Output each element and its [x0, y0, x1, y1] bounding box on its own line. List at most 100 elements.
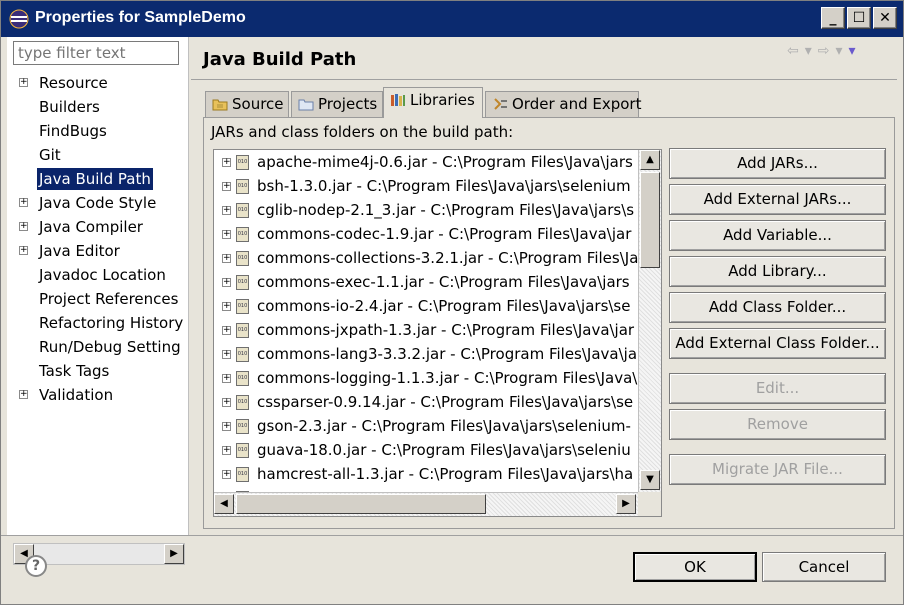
sidebar-item-java-editor[interactable]: + Java Editor: [7, 240, 189, 262]
add-library-button[interactable]: Add Library...: [669, 256, 886, 287]
jar-entry-label: commons-exec-1.1.jar - C:\Program Files\…: [257, 273, 630, 291]
list-horizontal-scrollbar[interactable]: ◀ ▶: [214, 492, 638, 516]
jar-entry-label: commons-collections-3.2.1.jar - C:\Progr…: [257, 249, 639, 267]
jar-entry-label: bsh-1.3.0.jar - C:\Program Files\Java\ja…: [257, 177, 631, 195]
list-item[interactable]: +010 commons-codec-1.9.jar - C:\Program F…: [214, 222, 639, 246]
view-menu-icon[interactable]: ▾: [849, 43, 856, 59]
sidebar-item-run-debug-setting[interactable]: Run/Debug Setting: [7, 336, 189, 358]
list-item[interactable]: +010 apache-mime4j-0.6.jar - C:\Program F…: [214, 150, 639, 174]
add-external-jars-button[interactable]: Add External JARs...: [669, 184, 886, 215]
sidebar-item-task-tags[interactable]: Task Tags: [7, 360, 189, 382]
forward-menu-icon[interactable]: ▾: [836, 43, 843, 59]
sidebar-item-git[interactable]: Git: [7, 144, 189, 166]
cancel-button[interactable]: Cancel: [762, 552, 886, 582]
sidebar-item-java-code-style[interactable]: + Java Code Style: [7, 192, 189, 214]
expand-icon[interactable]: +: [222, 158, 231, 167]
expand-icon[interactable]: +: [19, 78, 28, 87]
expand-icon[interactable]: +: [222, 398, 231, 407]
expand-icon[interactable]: +: [19, 246, 28, 255]
sidebar-item-label: Refactoring History: [39, 314, 184, 332]
jar-entry-label: commons-io-2.4.jar - C:\Program Files\Ja…: [257, 297, 631, 315]
minimize-button[interactable]: _: [821, 7, 845, 29]
jar-icon: 010: [236, 299, 249, 314]
scroll-up-icon[interactable]: ▲: [640, 150, 660, 170]
sidebar-item-project-references[interactable]: Project References: [7, 288, 189, 310]
list-item[interactable]: +010 cglib-nodep-2.1_3.jar - C:\Program F…: [214, 198, 639, 222]
list-item[interactable]: +010 commons-io-2.4.jar - C:\Program File…: [214, 294, 639, 318]
sidebar-item-label: Git: [39, 146, 61, 164]
expand-icon[interactable]: +: [222, 230, 231, 239]
list-item[interactable]: +010 commons-logging-1.1.3.jar - C:\Progr…: [214, 366, 639, 390]
back-arrow-icon[interactable]: ⇦: [787, 43, 799, 59]
list-item[interactable]: +010 guava-18.0.jar - C:\Program Files\Ja…: [214, 438, 639, 462]
list-item[interactable]: +010 bsh-1.3.0.jar - C:\Program Files\Jav…: [214, 174, 639, 198]
sidebar-item-builders[interactable]: Builders: [7, 96, 189, 118]
add-variable-button[interactable]: Add Variable...: [669, 220, 886, 251]
projects-icon: [298, 99, 314, 111]
edit-button: Edit...: [669, 373, 886, 404]
scroll-right-icon[interactable]: ▶: [616, 494, 636, 514]
expand-icon[interactable]: +: [19, 222, 28, 231]
expand-icon[interactable]: +: [222, 422, 231, 431]
expand-icon[interactable]: +: [222, 182, 231, 191]
list-item[interactable]: +010 commons-exec-1.1.jar - C:\Program Fi…: [214, 270, 639, 294]
tab-libraries[interactable]: Libraries: [383, 87, 483, 118]
scroll-down-icon[interactable]: ▼: [640, 470, 660, 490]
sidebar-item-refactoring-history[interactable]: Refactoring History: [7, 312, 189, 334]
vertical-scroll-thumb[interactable]: [640, 172, 660, 268]
jar-icon: 010: [236, 467, 249, 482]
sidebar-item-label: Task Tags: [39, 362, 110, 380]
sidebar-item-findbugs[interactable]: FindBugs: [7, 120, 189, 142]
jar-entry-label: hamcrest-all-1.3.jar - C:\Program Files\…: [257, 465, 634, 483]
build-path-list[interactable]: +010 apache-mime4j-0.6.jar - C:\Program F…: [213, 149, 662, 517]
sidebar-item-label: Resource: [39, 74, 108, 92]
horizontal-scroll-thumb[interactable]: [236, 494, 486, 514]
tab-order-and-export[interactable]: Order and Export: [485, 91, 642, 117]
sidebar-item-label: Project References: [39, 290, 179, 308]
help-icon[interactable]: ?: [25, 555, 47, 577]
list-item[interactable]: +010 commons-lang3-3.3.2.jar - C:\Program…: [214, 342, 639, 366]
jar-entry-label: commons-jxpath-1.3.jar - C:\Program File…: [257, 321, 635, 339]
expand-icon[interactable]: +: [222, 326, 231, 335]
expand-icon[interactable]: +: [19, 390, 28, 399]
add-external-class-folder-button[interactable]: Add External Class Folder...: [669, 328, 886, 359]
filter-input[interactable]: [13, 41, 179, 65]
jar-icon: 010: [236, 227, 249, 242]
sidebar-item-validation[interactable]: + Validation: [7, 384, 189, 406]
list-item[interactable]: +010 cssparser-0.9.14.jar - C:\Program Fi…: [214, 390, 639, 414]
expand-icon[interactable]: +: [19, 198, 28, 207]
sidebar-item-javadoc-location[interactable]: Javadoc Location: [7, 264, 189, 286]
sidebar-item-java-build-path[interactable]: Java Build Path: [7, 168, 189, 190]
expand-icon[interactable]: +: [222, 302, 231, 311]
expand-icon[interactable]: +: [222, 278, 231, 287]
back-menu-icon[interactable]: ▾: [805, 43, 812, 59]
jar-entry-label: commons-codec-1.9.jar - C:\Program Files…: [257, 225, 632, 243]
list-item[interactable]: +010 gson-2.3.jar - C:\Program Files\Java…: [214, 414, 639, 438]
list-item[interactable]: +010 commons-jxpath-1.3.jar - C:\Program …: [214, 318, 639, 342]
sidebar-item-resource[interactable]: + Resource: [7, 72, 189, 94]
add-jars-button[interactable]: Add JARs...: [669, 148, 886, 179]
expand-icon[interactable]: +: [222, 350, 231, 359]
ok-button[interactable]: OK: [633, 552, 757, 582]
forward-arrow-icon[interactable]: ⇨: [818, 43, 830, 59]
expand-icon[interactable]: +: [222, 254, 231, 263]
jar-icon: 010: [236, 275, 249, 290]
add-class-folder-button[interactable]: Add Class Folder...: [669, 292, 886, 323]
close-button[interactable]: ✕: [873, 7, 897, 29]
expand-icon[interactable]: +: [222, 374, 231, 383]
sidebar-item-java-compiler[interactable]: + Java Compiler: [7, 216, 189, 238]
expand-icon[interactable]: +: [222, 470, 231, 479]
tab-source[interactable]: Source: [205, 91, 289, 117]
jar-entry-label: cssparser-0.9.14.jar - C:\Program Files\…: [257, 393, 634, 411]
tab-label: Libraries: [410, 91, 475, 109]
scroll-left-icon[interactable]: ◀: [214, 494, 234, 514]
tab-projects[interactable]: Projects: [291, 91, 383, 117]
list-item[interactable]: +010 hamcrest-all-1.3.jar - C:\Program Fi…: [214, 462, 639, 486]
expand-icon[interactable]: +: [222, 206, 231, 215]
close-icon: ✕: [879, 10, 891, 26]
list-vertical-scrollbar[interactable]: ▲ ▼: [638, 150, 661, 492]
expand-icon[interactable]: +: [222, 446, 231, 455]
scroll-right-icon[interactable]: ▶: [164, 544, 184, 564]
maximize-button[interactable]: ☐: [847, 7, 871, 29]
list-item[interactable]: +010 commons-collections-3.2.1.jar - C:\P…: [214, 246, 639, 270]
